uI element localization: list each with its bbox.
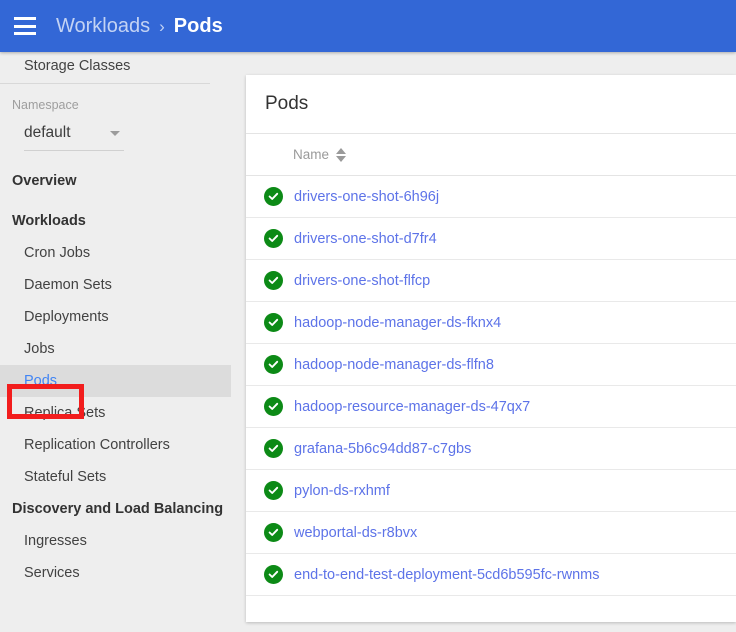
breadcrumb-item-workloads[interactable]: Workloads <box>56 16 150 36</box>
pod-name-link[interactable]: hadoop-node-manager-ds-flfn8 <box>294 357 494 373</box>
table-header-row: Name <box>246 134 736 176</box>
check-circle-icon <box>264 439 283 458</box>
table-row[interactable]: pylon-ds-rxhmf <box>246 470 736 512</box>
sidebar-item-stateful-sets[interactable]: Stateful Sets <box>0 461 231 493</box>
breadcrumb: Workloads › Pods <box>56 16 223 36</box>
table-row[interactable]: webportal-ds-r8bvx <box>246 512 736 554</box>
sidebar-item-ingresses[interactable]: Ingresses <box>0 525 231 557</box>
sidebar-item-services[interactable]: Services <box>0 557 231 589</box>
pod-name-link[interactable]: end-to-end-test-deployment-5cd6b595fc-rw… <box>294 567 599 583</box>
table-row[interactable]: end-to-end-test-deployment-5cd6b595fc-rw… <box>246 554 736 596</box>
check-circle-icon <box>264 229 283 248</box>
table-row[interactable]: hadoop-resource-manager-ds-47qx7 <box>246 386 736 428</box>
sidebar-item-replication-controllers[interactable]: Replication Controllers <box>0 429 231 461</box>
hamburger-line <box>14 17 36 20</box>
sort-ascending-descending-icon[interactable] <box>336 147 347 162</box>
chevron-down-icon <box>110 130 120 136</box>
hamburger-line <box>14 24 36 28</box>
card-footer <box>246 596 736 622</box>
table-header-name-label: Name <box>293 147 330 162</box>
check-circle-icon <box>264 523 283 542</box>
breadcrumb-separator-icon: › <box>159 16 165 36</box>
sort-down-arrow <box>336 155 347 162</box>
sidebar-section-discovery-and-load-balancing: Discovery and Load Balancing <box>12 501 224 517</box>
check-circle-icon <box>264 355 283 374</box>
sidebar-section-overview[interactable]: Overview <box>0 165 231 197</box>
pods-card: Pods Name drivers-one-shot-6h96j drivers… <box>246 75 736 622</box>
breadcrumb-item-pods: Pods <box>173 15 223 37</box>
table-row[interactable]: drivers-one-shot-d7fr4 <box>246 218 736 260</box>
check-circle-icon <box>264 271 283 290</box>
check-circle-icon <box>264 187 283 206</box>
pod-name-link[interactable]: hadoop-node-manager-ds-fknx4 <box>294 315 501 331</box>
sidebar-item-daemon-sets[interactable]: Daemon Sets <box>0 269 231 301</box>
namespace-selected-value: default <box>24 124 71 141</box>
namespace-selector-block: Namespace default <box>0 84 231 151</box>
sidebar-item-cron-jobs[interactable]: Cron Jobs <box>0 237 231 269</box>
table-row[interactable]: grafana-5b6c94dd87-c7gbs <box>246 428 736 470</box>
pod-name-link[interactable]: drivers-one-shot-6h96j <box>294 189 439 205</box>
sidebar-item-replica-sets[interactable]: Replica Sets <box>0 397 231 429</box>
table-row[interactable]: drivers-one-shot-6h96j <box>246 176 736 218</box>
pod-name-link[interactable]: drivers-one-shot-d7fr4 <box>294 231 437 247</box>
table-row[interactable]: hadoop-node-manager-ds-flfn8 <box>246 344 736 386</box>
namespace-label: Namespace <box>12 98 79 112</box>
app-header-bar: Workloads › Pods <box>0 0 736 52</box>
sidebar-navigation[interactable]: Storage Classes Namespace default Overvi… <box>0 52 231 632</box>
sidebar-item-deployments[interactable]: Deployments <box>0 301 231 333</box>
pod-name-link[interactable]: webportal-ds-r8bvx <box>294 525 417 541</box>
hamburger-line <box>14 32 36 35</box>
sidebar-item-jobs[interactable]: Jobs <box>0 333 231 365</box>
sidebar-item-pods[interactable]: Pods <box>0 365 231 397</box>
pod-name-link[interactable]: grafana-5b6c94dd87-c7gbs <box>294 441 471 457</box>
sidebar-section-workloads: Workloads <box>12 213 86 229</box>
check-circle-icon <box>264 565 283 584</box>
main-content-area: Pods Name drivers-one-shot-6h96j drivers… <box>231 52 736 632</box>
sort-up-arrow <box>336 147 347 154</box>
namespace-select[interactable]: default <box>24 124 124 151</box>
kubernetes-dashboard: Workloads › Pods Storage Classes Namespa… <box>0 0 736 632</box>
table-row[interactable]: drivers-one-shot-flfcp <box>246 260 736 302</box>
pod-name-link[interactable]: drivers-one-shot-flfcp <box>294 273 430 289</box>
hamburger-menu-icon[interactable] <box>14 17 36 35</box>
check-circle-icon <box>264 313 283 332</box>
pod-name-link[interactable]: hadoop-resource-manager-ds-47qx7 <box>294 399 530 415</box>
card-title: Pods <box>246 75 736 134</box>
check-circle-icon <box>264 397 283 416</box>
check-circle-icon <box>264 481 283 500</box>
pod-name-link[interactable]: pylon-ds-rxhmf <box>294 483 390 499</box>
table-header-name[interactable]: Name <box>293 147 347 162</box>
sidebar-item-storage-classes[interactable]: Storage Classes <box>0 52 231 75</box>
table-row[interactable]: hadoop-node-manager-ds-fknx4 <box>246 302 736 344</box>
